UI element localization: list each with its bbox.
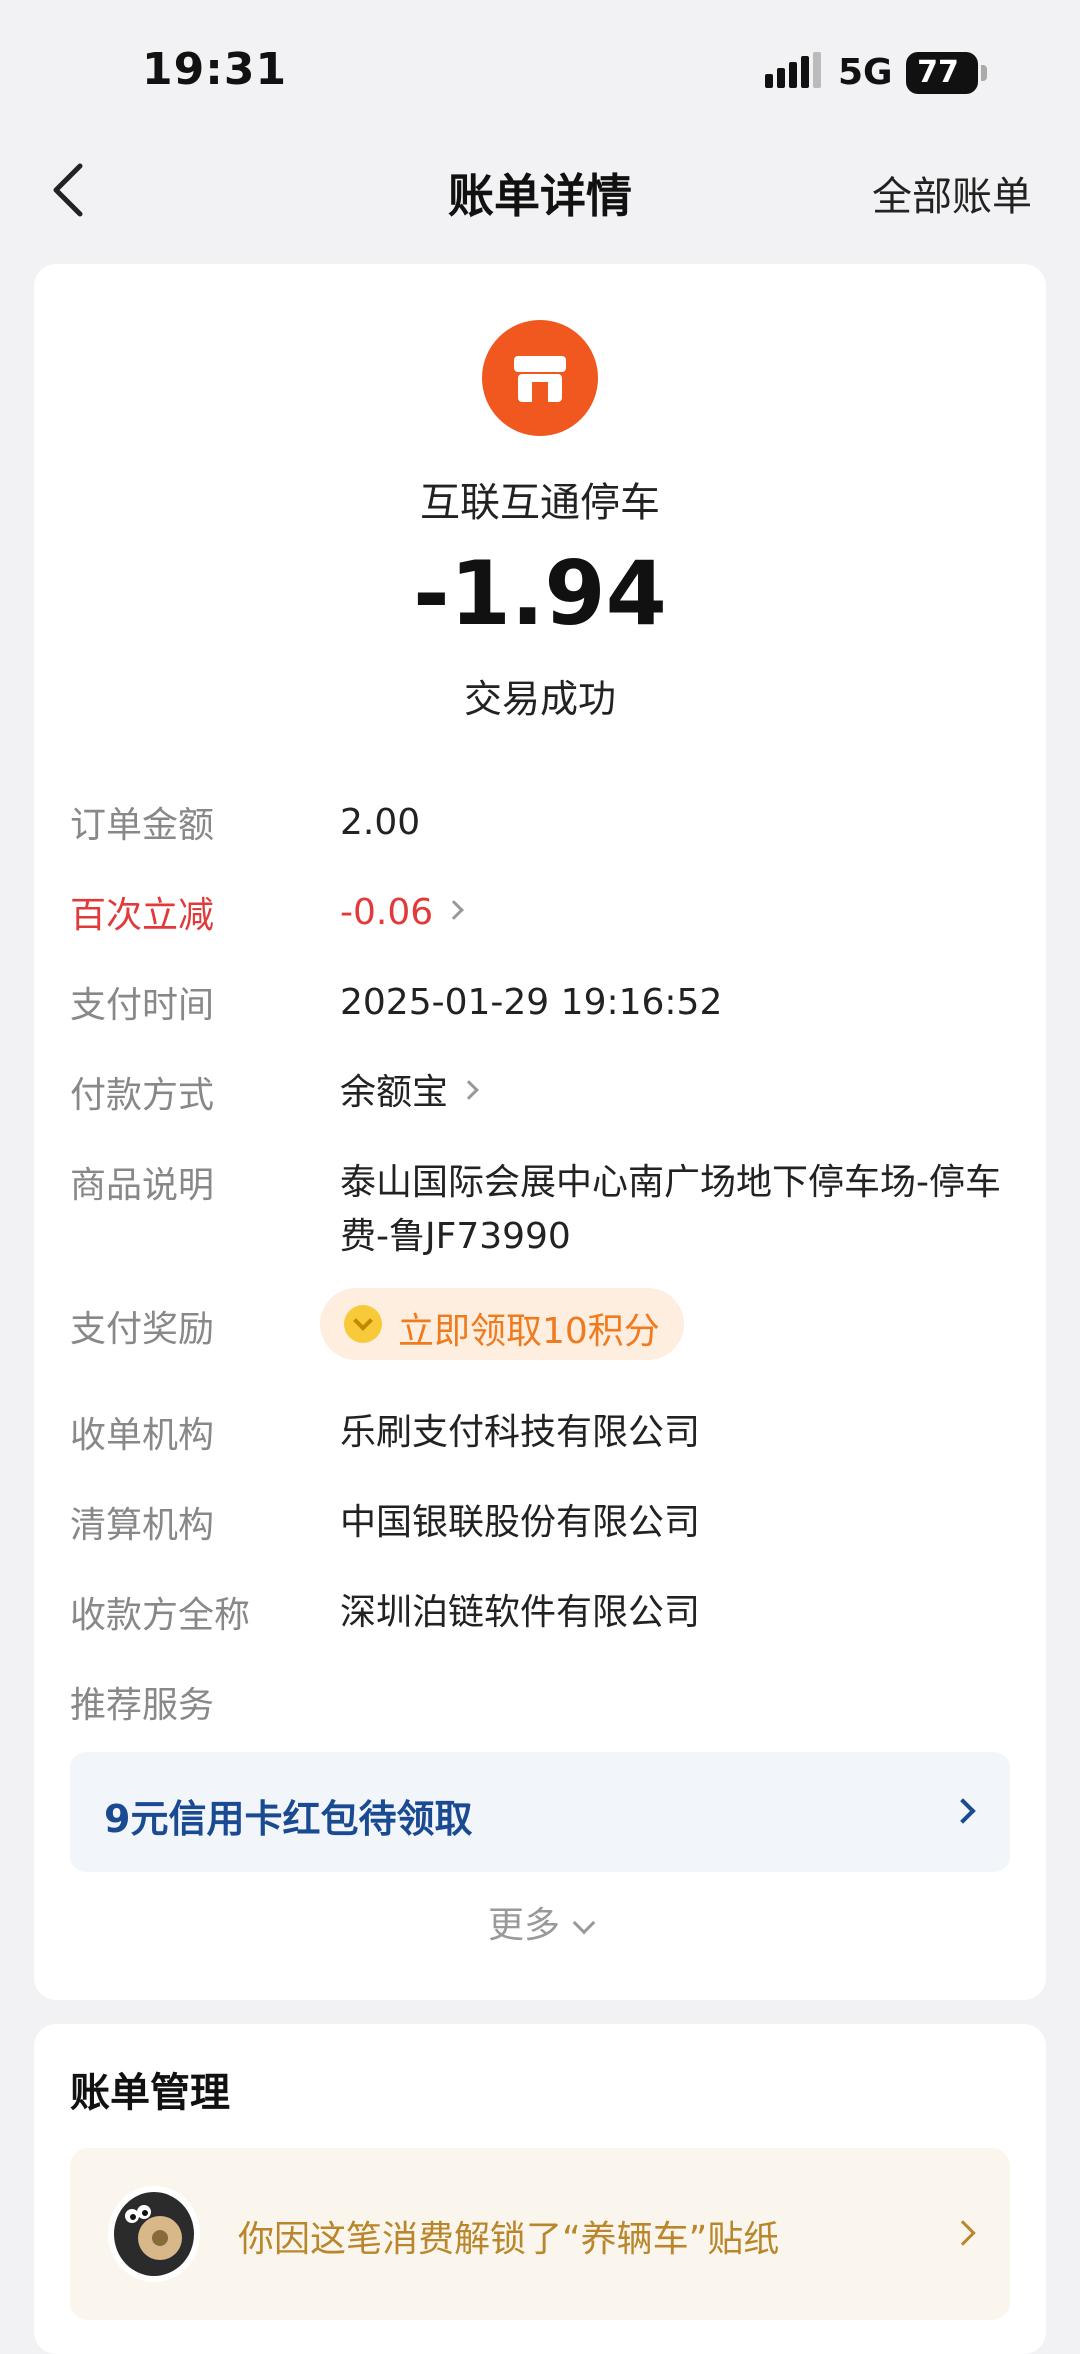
- clearing-value: 中国银联股份有限公司: [340, 1502, 701, 1543]
- store-glyph: [514, 356, 566, 402]
- claim-points-label: 立即领取10积分: [398, 1311, 660, 1352]
- battery-icon: 77: [906, 52, 987, 94]
- claim-points-button[interactable]: 立即领取10积分: [320, 1288, 684, 1360]
- recommend-label: 推荐服务: [70, 1685, 215, 1726]
- payee-value: 深圳泊链软件有限公司: [340, 1592, 701, 1633]
- payee-label: 收款方全称: [70, 1595, 251, 1636]
- pay-method-value: 余额宝: [340, 1072, 449, 1113]
- battery-level: 77: [917, 55, 959, 90]
- reward-label: 支付奖励: [70, 1309, 215, 1350]
- more-button[interactable]: 更多: [34, 1896, 1046, 1948]
- bill-management-card: 账单管理 你因这笔消费解锁了“养辆车”贴纸: [34, 2024, 1046, 2354]
- bill-detail-card: 互联互通停车 -1.94 交易成功 订单金额 2.00 百次立减 -0.06 支…: [34, 264, 1046, 2000]
- sticker-banner[interactable]: 你因这笔消费解锁了“养辆车”贴纸: [70, 2148, 1010, 2320]
- acquirer-value: 乐刷支付科技有限公司: [340, 1412, 701, 1453]
- all-bills-link[interactable]: 全部账单: [872, 164, 1032, 222]
- discount-value: -0.06: [340, 892, 434, 933]
- merchant-name: 互联互通停车: [420, 480, 660, 526]
- transaction-amount: -1.94: [413, 542, 667, 645]
- pay-method-value-wrap[interactable]: 余额宝: [340, 1066, 1030, 1120]
- pay-time-value: 2025-01-29 19:16:52: [340, 982, 723, 1023]
- status-bar: 19:31 5G 77: [0, 0, 1080, 140]
- battery-cap: [981, 65, 987, 81]
- chevron-right-icon: [444, 900, 465, 920]
- status-time: 19:31: [142, 44, 288, 95]
- points-coin-icon: [344, 1305, 382, 1343]
- more-label: 更多: [487, 1905, 560, 1946]
- order-amount-value: 2.00: [340, 802, 421, 843]
- description-value: 泰山国际会展中心南广场地下停车场-停车费-鲁JF73990: [340, 1162, 1001, 1257]
- transaction-status: 交易成功: [463, 677, 616, 721]
- manage-title: 账单管理: [70, 2070, 230, 2116]
- sticker-text: 你因这笔消费解锁了“养辆车”贴纸: [238, 2219, 780, 2260]
- discount-label: 百次立减: [70, 895, 215, 936]
- chevron-right-icon: [950, 1798, 976, 1824]
- description-label: 商品说明: [70, 1165, 215, 1206]
- acquirer-label: 收单机构: [70, 1415, 215, 1456]
- chevron-down-icon: [572, 1911, 596, 1935]
- promo-text: 9元信用卡红包待领取: [104, 1797, 473, 1841]
- store-icon: [482, 320, 598, 436]
- signal-icon: [765, 52, 821, 88]
- discount-value-wrap[interactable]: -0.06: [340, 886, 1030, 940]
- pay-time-label: 支付时间: [70, 985, 215, 1026]
- credit-card-promo[interactable]: 9元信用卡红包待领取: [70, 1752, 1010, 1872]
- chevron-right-icon: [459, 1080, 479, 1100]
- chevron-right-icon: [950, 2220, 976, 2246]
- clearing-label: 清算机构: [70, 1505, 215, 1546]
- network-type: 5G: [838, 52, 893, 93]
- order-amount-label: 订单金额: [70, 805, 215, 846]
- nav-bar: 账单详情 全部账单: [0, 140, 1080, 240]
- tire-sticker-icon: [108, 2186, 200, 2282]
- pay-method-label: 付款方式: [70, 1075, 215, 1116]
